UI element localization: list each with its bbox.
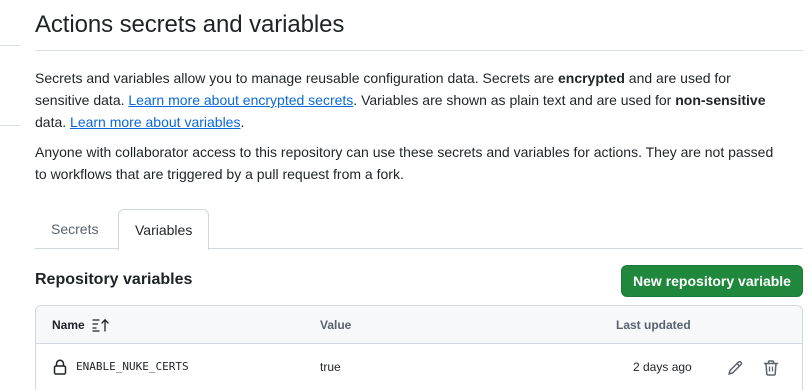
intro-emphasis-encrypted: encrypted [557, 70, 625, 86]
tab-variables[interactable]: Variables [118, 209, 210, 250]
learn-more-variables-link[interactable]: Learn more about variables [70, 114, 240, 130]
intro-text: . Variables are shown as plain text and … [353, 92, 676, 108]
table-header: Name Value Last updated [36, 306, 802, 344]
intro-text: data. [35, 114, 71, 130]
page-title: Actions secrets and variables [35, 11, 345, 38]
trash-icon[interactable] [762, 359, 780, 377]
left-nav-divider [0, 125, 20, 126]
pencil-icon[interactable] [726, 359, 744, 377]
intro-text: . [240, 114, 245, 130]
variable-value: true [320, 360, 341, 374]
variable-last-updated: 2 days ago [633, 360, 692, 374]
sort-ascending-icon[interactable] [92, 318, 112, 332]
learn-more-secrets-link[interactable]: Learn more about encrypted secrets [128, 92, 353, 108]
variables-table: Name Value Last updated ENABLE_NUKE_CERT… [35, 305, 803, 390]
column-header-value: Value [320, 318, 352, 332]
lock-icon [53, 359, 67, 375]
tab-bar: Secrets Variables [35, 209, 803, 250]
column-header-last-updated: Last updated [616, 318, 691, 332]
intro-text: Secrets and variables allow you to manag… [35, 70, 558, 86]
new-repository-variable-button[interactable]: New repository variable [621, 265, 803, 297]
intro-emphasis-non-sensitive: non-sensitive [675, 92, 766, 108]
table-row: ENABLE_NUKE_CERTS true 2 days ago [36, 345, 802, 390]
tab-secrets[interactable]: Secrets [35, 209, 114, 249]
intro-paragraph: Secrets and variables allow you to manag… [35, 67, 775, 133]
title-divider [35, 50, 803, 51]
access-note: Anyone with collaborator access to this … [35, 144, 774, 182]
left-nav-divider [0, 45, 20, 46]
variable-name: ENABLE_NUKE_CERTS [76, 360, 189, 373]
section-title: Repository variables [35, 271, 193, 288]
column-header-name: Name [52, 318, 85, 332]
